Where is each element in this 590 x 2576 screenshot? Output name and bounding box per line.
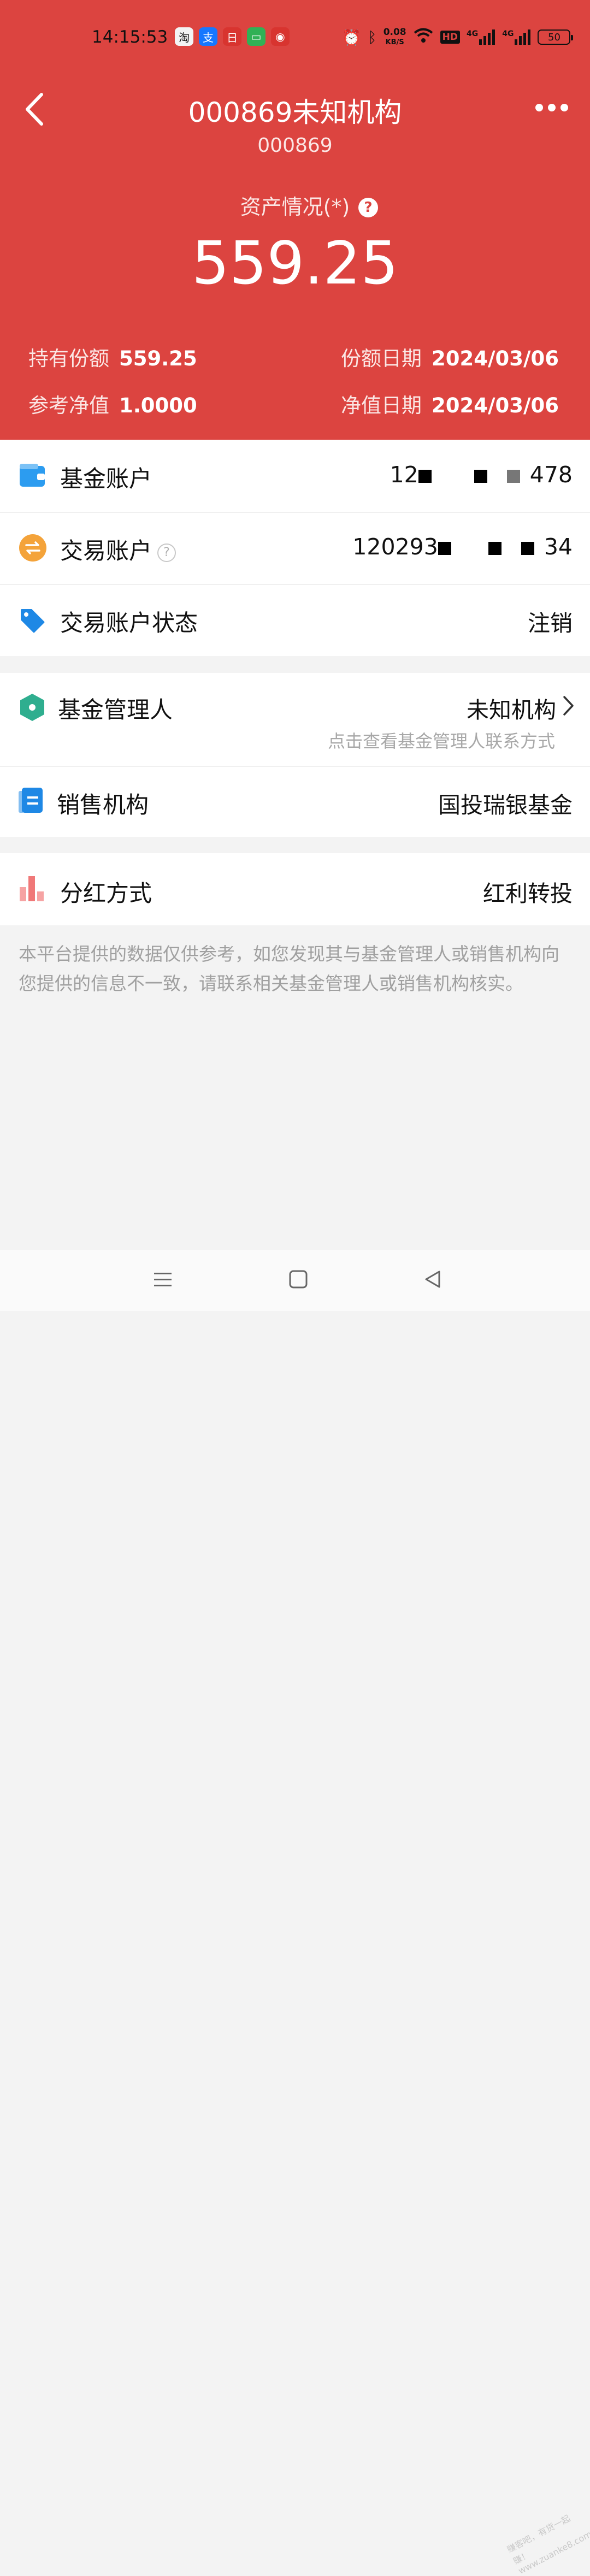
fund-account-row: 基金账户 12 478	[0, 440, 590, 512]
masked-digits	[488, 542, 502, 555]
sales-value: 国投瑞银基金	[438, 792, 573, 818]
sales-label: 销售机构	[57, 791, 149, 818]
app-icon-3: 日	[223, 27, 241, 46]
help-icon[interactable]: ?	[157, 543, 176, 562]
fund-header: 14:15:53 淘支日 ▭ ◉ ⏰ ᛒ 0.08 KB/S HD 4G 4G …	[0, 0, 590, 440]
masked-digits	[474, 470, 487, 483]
wallet-icon	[20, 464, 45, 487]
status-app-icons: 淘支日 ▭ ◉	[175, 27, 290, 46]
document-icon	[19, 788, 43, 813]
app-icon-5: ◉	[271, 27, 290, 46]
trade-status-label: 交易账户状态	[60, 610, 198, 636]
shares-date-stat: 份额日期 2024/03/06	[341, 347, 559, 370]
fund-account-label: 基金账户	[60, 465, 152, 492]
dividend-row: 分红方式 红利转投	[0, 853, 590, 925]
status-indicators: ⏰ ᛒ 0.08 KB/S HD 4G 4G 50	[342, 26, 574, 47]
account-card: 基金账户 12 478 交易账户? 120293 34 交易账户状态 注销	[0, 440, 590, 656]
masked-digits	[418, 470, 432, 483]
asset-value: 559.25	[192, 229, 398, 298]
dividend-card: 分红方式 红利转投	[0, 853, 590, 925]
shares-stat: 持有份额 559.25	[28, 347, 197, 370]
dividend-label: 分红方式	[60, 880, 152, 907]
home-icon[interactable]	[287, 1268, 309, 1290]
trade-account-row: 交易账户? 120293 34	[0, 513, 590, 584]
signal-icon-1: 4G	[467, 29, 495, 45]
tag-icon	[21, 609, 45, 633]
watermark: 赚客吧，有货一起赚！ www.zuanke8.com	[505, 2513, 590, 2576]
bluetooth-icon: ᛒ	[367, 28, 377, 46]
page-title: 000869未知机构	[188, 97, 402, 128]
masked-digits	[506, 470, 520, 483]
disclaimer-text: 本平台提供的数据仅供参考，如您发现其与基金管理人或销售机构向您提供的信息不一致，…	[19, 943, 559, 994]
battery-icon: 50	[538, 29, 574, 45]
hexagon-icon	[20, 694, 44, 721]
trade-status-row: 交易账户状态 注销	[0, 585, 590, 656]
status-time: 14:15:53	[92, 27, 168, 47]
alarm-icon: ⏰	[342, 28, 361, 46]
trade-status-value: 注销	[528, 610, 573, 636]
system-nav-bar: 赚客吧，有货一起赚！ www.zuanke8.com	[0, 1250, 590, 2576]
trade-account-value: 120293 34	[352, 534, 573, 560]
taobao-app-icon: 淘	[175, 27, 193, 46]
manager-label: 基金管理人	[58, 696, 173, 723]
bar-chart-icon	[20, 876, 44, 901]
masked-digits	[521, 542, 534, 555]
asset-label: 资产情况(*)	[240, 195, 350, 219]
messages-app-icon: ▭	[247, 27, 266, 46]
hd-badge: HD	[440, 31, 460, 44]
manager-hint: 点击查看基金管理人联系方式	[327, 731, 555, 752]
sales-row: 销售机构 国投瑞银基金	[0, 767, 590, 837]
nav-date-stat: 净值日期 2024/03/06	[341, 394, 559, 417]
network-speed: 0.08 KB/S	[383, 26, 406, 46]
alipay-app-icon: 支	[199, 27, 217, 46]
manager-row[interactable]: 基金管理人 未知机构 点击查看基金管理人联系方式	[0, 673, 590, 766]
trade-account-label: 交易账户?	[60, 533, 176, 566]
fund-account-value: 12 478	[390, 462, 573, 488]
signal-icon-2: 4G	[502, 29, 531, 45]
dividend-value: 红利转投	[483, 881, 573, 907]
menu-icon[interactable]	[152, 1268, 174, 1290]
manager-value: 未知机构	[467, 697, 556, 723]
exchange-icon	[19, 534, 46, 562]
manager-card: 基金管理人 未知机构 点击查看基金管理人联系方式 销售机构 国投瑞银基金	[0, 673, 590, 837]
wifi-icon	[413, 27, 434, 47]
masked-digits	[438, 542, 451, 555]
status-bar: 14:15:53 淘支日 ▭ ◉ ⏰ ᛒ 0.08 KB/S HD 4G 4G …	[0, 22, 590, 52]
fund-code: 000869	[257, 134, 333, 157]
nav-stat: 参考净值 1.0000	[28, 394, 197, 417]
chevron-right-icon	[563, 696, 574, 716]
help-icon[interactable]: ?	[358, 198, 378, 217]
back-nav-icon[interactable]	[422, 1268, 444, 1290]
